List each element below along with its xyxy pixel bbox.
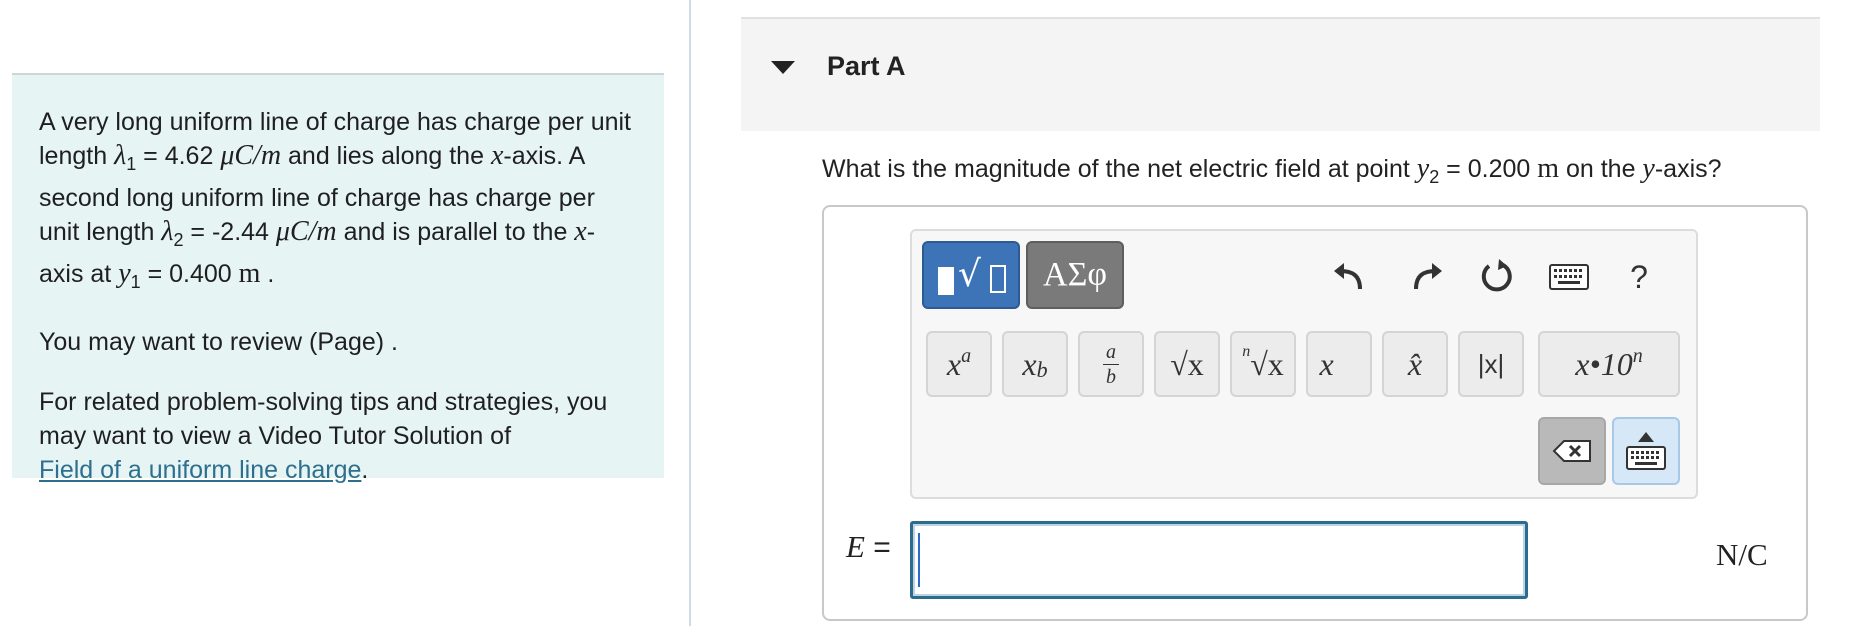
part-title: Part A <box>827 51 906 81</box>
problem-text: . <box>361 456 369 484</box>
problem-paragraph: A very long uniform line of charge has c… <box>39 105 636 299</box>
y-variable: y <box>118 258 131 289</box>
superscript-template-button[interactable]: xa <box>926 331 992 397</box>
answer-variable: E <box>846 529 865 564</box>
answer-equals: = <box>864 531 891 564</box>
answer-input[interactable] <box>910 521 1528 599</box>
template-root: √x <box>1250 345 1284 382</box>
template-sci: x•10 <box>1575 345 1633 382</box>
toggle-keyboard-button[interactable] <box>1612 417 1680 485</box>
y2-value: = 0.200 <box>1439 155 1538 183</box>
lambda2-unit: μC/m <box>275 216 337 247</box>
template-sci-exponent: n <box>1632 344 1643 367</box>
backspace-icon <box>1552 440 1591 462</box>
backspace-button[interactable] <box>1538 417 1606 485</box>
answer-unit: N/C <box>1716 537 1768 572</box>
scientific-notation-template-button[interactable]: x•10 n <box>1538 331 1680 397</box>
keyboard-shortcuts-icon[interactable] <box>1546 255 1592 299</box>
template-root-index: n <box>1242 343 1251 360</box>
y2-unit: m <box>1537 153 1560 184</box>
problem-text: and lies along the <box>281 142 491 170</box>
help-button[interactable]: ? <box>1616 255 1662 299</box>
question-part: on the <box>1559 155 1643 183</box>
template-base: x <box>1022 345 1037 382</box>
undo-icon[interactable] <box>1326 255 1372 299</box>
video-tutor-text: For related problem-solving tips and str… <box>39 388 608 450</box>
reset-icon[interactable] <box>1474 255 1520 299</box>
question-part: What is the magnitude of the net electri… <box>822 155 1417 183</box>
answer-label: E = <box>846 529 891 565</box>
absolute-value-template-button[interactable]: |x| <box>1458 331 1524 397</box>
answer-box: √ ΑΣφ ? xa xb ab √x n √x x⃗ x̂ |x| x•10 n <box>822 205 1808 621</box>
keyboard-icon <box>1626 446 1666 470</box>
square-root-template-button[interactable]: √x <box>1154 331 1220 397</box>
symbols-mode-button[interactable]: ΑΣφ <box>1026 241 1124 309</box>
lambda2-subscript: 2 <box>173 230 184 250</box>
chevron-up-icon <box>1638 432 1654 442</box>
review-paragraph: You may want to review (Page) . <box>39 328 398 356</box>
templates-mode-button[interactable]: √ <box>922 241 1020 309</box>
nth-root-template-button[interactable]: n √x <box>1230 331 1296 397</box>
y2-subscript: 2 <box>1429 167 1440 187</box>
lambda2-value: = -2.44 <box>183 218 276 246</box>
panel-divider <box>689 0 691 626</box>
template-base: x <box>946 345 962 382</box>
x-variable: x <box>574 216 587 247</box>
question-part: -axis? <box>1654 155 1722 183</box>
y1-subscript: 1 <box>130 272 141 292</box>
subscript-template-button[interactable]: xb <box>1002 331 1068 397</box>
part-a-header[interactable]: Part A <box>741 17 1820 131</box>
lambda1-value: = 4.62 <box>136 142 221 170</box>
problem-text: and is parallel to the <box>336 218 575 246</box>
lambda1-symbol: λ <box>114 140 127 171</box>
x-variable: x <box>490 140 504 171</box>
math-toolbar: √ ΑΣφ ? xa xb ab √x n √x x⃗ x̂ |x| x•10 n <box>910 229 1698 499</box>
question-text: What is the magnitude of the net electri… <box>822 153 1722 188</box>
lambda2-symbol: λ <box>161 216 174 247</box>
y1-value: = 0.400 <box>140 260 239 288</box>
text-cursor <box>918 533 920 587</box>
fraction-icon: ab <box>1103 342 1119 387</box>
vector-template-button[interactable]: x⃗ <box>1306 331 1372 397</box>
template-subscript: b <box>1036 357 1048 382</box>
y-variable: y <box>1642 153 1655 184</box>
problem-text: . <box>260 260 275 288</box>
y-variable: y <box>1416 153 1430 184</box>
y1-unit: m <box>238 258 261 289</box>
templates-icon: √ <box>934 253 1008 297</box>
collapse-caret-icon[interactable] <box>771 61 795 74</box>
video-tutor-paragraph: For related problem-solving tips and str… <box>39 385 636 487</box>
unit-vector-template-button[interactable]: x̂ <box>1382 331 1448 397</box>
lambda1-subscript: 1 <box>126 154 137 174</box>
lambda1-unit: μC/m <box>220 140 282 171</box>
problem-statement-panel: A very long uniform line of charge has c… <box>12 73 664 484</box>
video-tutor-link[interactable]: Field of a uniform line charge <box>39 456 361 484</box>
template-exponent: a <box>961 344 972 367</box>
fraction-template-button[interactable]: ab <box>1078 331 1144 397</box>
redo-icon[interactable] <box>1404 255 1450 299</box>
